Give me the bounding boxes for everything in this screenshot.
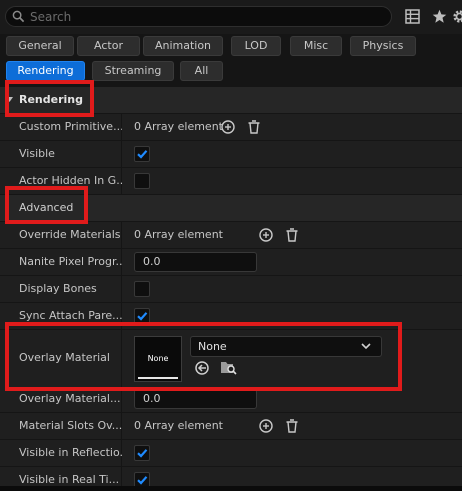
filter-rendering-button[interactable]: Rendering [6, 61, 85, 81]
property-row: Overlay Material... 0.0 [0, 386, 462, 412]
property-row: Visible in Reflectio... [0, 440, 462, 466]
array-count: 0 Array element [134, 120, 223, 133]
property-row: Override Materials 0 Array element [0, 222, 462, 248]
visible-checkbox[interactable] [134, 146, 150, 162]
visible-reflection-checkbox[interactable] [134, 445, 150, 461]
array-count: 0 Array element [134, 419, 223, 432]
filter-misc-button[interactable]: Misc [290, 36, 342, 56]
property-row: Sync Attach Pare... [0, 303, 462, 329]
delete-trash-icon[interactable] [285, 419, 299, 433]
thumbnail-color-bar [138, 377, 178, 379]
filter-physics-button[interactable]: Physics [350, 36, 416, 56]
property-row: Custom Primitive... 0 Array element [0, 114, 462, 140]
category-advanced-label: Advanced [19, 201, 74, 214]
filter-lod-button[interactable]: LOD [231, 36, 281, 56]
property-name: Actor Hidden In G... [19, 174, 127, 187]
details-toolbar [0, 0, 462, 34]
filter-animation-button[interactable]: Animation [143, 36, 223, 56]
checkmark-icon [137, 476, 148, 485]
property-name: Override Materials [19, 228, 121, 241]
array-count: 0 Array element [134, 228, 223, 241]
display-bones-checkbox[interactable] [134, 281, 150, 297]
add-element-icon[interactable] [259, 228, 273, 242]
table-view-icon[interactable] [405, 9, 420, 24]
actor-hidden-checkbox[interactable] [134, 173, 150, 189]
asset-picker-value: None [198, 340, 227, 353]
filter-actor-button[interactable]: Actor [77, 36, 140, 56]
settings-gear-icon[interactable] [452, 9, 462, 24]
filter-streaming-button[interactable]: Streaming [92, 61, 174, 81]
sync-attach-checkbox[interactable] [134, 308, 150, 324]
use-selected-asset-icon[interactable] [195, 361, 209, 375]
delete-trash-icon[interactable] [285, 228, 299, 242]
filter-general-button[interactable]: General [6, 36, 74, 56]
thumbnail-label: None [147, 354, 169, 363]
property-row: Actor Hidden In G... [0, 168, 462, 194]
panel-bottom-edge [0, 486, 462, 491]
filter-all-button[interactable]: All [180, 61, 223, 81]
chevron-down-icon [361, 343, 371, 350]
property-name: Sync Attach Pare... [19, 309, 123, 322]
checkmark-icon [137, 312, 148, 321]
property-name: Nanite Pixel Progr... [19, 255, 126, 268]
category-rendering[interactable]: Rendering [0, 87, 462, 113]
property-name: Material Slots Ov... [19, 419, 123, 432]
property-name: Overlay Material [19, 351, 110, 364]
property-row: Overlay Material None None [0, 330, 462, 386]
property-row: Display Bones [0, 276, 462, 302]
property-name: Visible in Real Ti... [19, 473, 120, 486]
property-name: Visible in Reflectio... [19, 446, 131, 459]
add-element-icon[interactable] [221, 120, 235, 134]
property-row: Nanite Pixel Progr... 0.0 [0, 249, 462, 275]
property-name: Display Bones [19, 282, 97, 295]
favorite-star-icon[interactable] [432, 9, 447, 24]
search-box[interactable] [5, 6, 392, 27]
chevron-down-icon [6, 97, 13, 102]
property-name: Overlay Material... [19, 392, 121, 405]
delete-trash-icon[interactable] [247, 120, 261, 134]
property-row: Visible [0, 141, 462, 167]
checkmark-icon [137, 449, 148, 458]
category-rendering-label: Rendering [19, 93, 83, 106]
search-icon [12, 10, 25, 23]
material-thumbnail[interactable]: None [134, 336, 182, 382]
add-element-icon[interactable] [259, 419, 273, 433]
asset-picker-combo[interactable]: None [190, 336, 382, 357]
browse-asset-icon[interactable] [220, 359, 237, 375]
property-row: Material Slots Ov... 0 Array element [0, 413, 462, 439]
property-name: Visible [19, 147, 55, 160]
property-name: Custom Primitive... [19, 120, 124, 133]
category-advanced[interactable]: Advanced [0, 195, 462, 221]
search-input[interactable] [30, 7, 385, 26]
overlay-max-input[interactable]: 0.0 [134, 389, 257, 409]
checkmark-icon [137, 150, 148, 159]
nanite-pixel-input[interactable]: 0.0 [134, 252, 257, 272]
